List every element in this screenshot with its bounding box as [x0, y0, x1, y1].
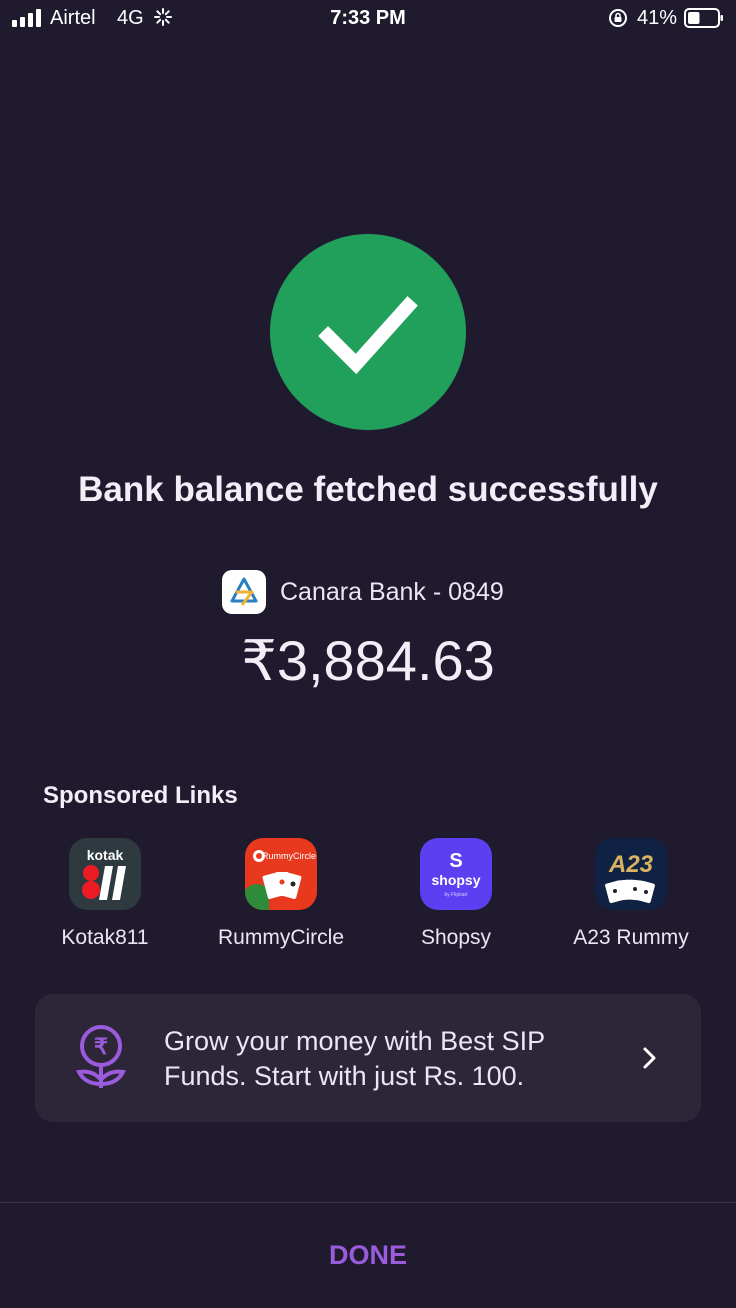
- chevron-right-icon: [643, 1047, 656, 1069]
- done-button[interactable]: DONE: [268, 1230, 468, 1280]
- a23-wordmark: A23: [608, 851, 654, 878]
- sip-promo-card[interactable]: ₹ Grow your money with Best SIP Funds. S…: [35, 994, 701, 1122]
- checkmark-icon: [318, 296, 418, 375]
- sponsored-app-kotak811[interactable]: kotak Kotak811: [15, 838, 195, 950]
- app-label-kotak811: Kotak811: [61, 926, 149, 949]
- rupee-plant-icon: ₹: [75, 1025, 127, 1088]
- shopsy-byline: by Flipkart: [444, 892, 468, 898]
- a23-rummy-icon: A23: [595, 838, 667, 910]
- shopsy-letter: S: [449, 850, 462, 872]
- canara-bank-logo: [222, 570, 266, 614]
- sponsored-app-rummycircle[interactable]: RummyCircle RummyCircle: [191, 838, 371, 950]
- status-bar: Airtel 4G 7:33 PM 41%: [0, 0, 736, 38]
- bank-name: Canara Bank - 0849: [280, 578, 504, 606]
- sip-promo-text: Grow your money with Best SIP Funds. Sta…: [164, 1026, 545, 1091]
- battery-icon: [684, 8, 723, 28]
- success-headline: Bank balance fetched successfully: [78, 470, 658, 509]
- shopsy-icon: S shopsy by Flipkart: [420, 838, 492, 910]
- rummycircle-wordmark: RummyCircle: [262, 851, 316, 861]
- rummycircle-icon: RummyCircle: [245, 838, 317, 910]
- shopsy-wordmark: shopsy: [431, 872, 480, 888]
- app-label-shopsy: Shopsy: [420, 926, 492, 949]
- kotak-wordmark: kotak: [87, 847, 124, 863]
- footer-divider: [0, 1202, 736, 1203]
- kotak811-icon: kotak: [69, 838, 141, 910]
- sponsored-app-shopsy[interactable]: S shopsy by Flipkart Shopsy: [366, 838, 546, 950]
- success-badge: [270, 234, 466, 430]
- balance-amount: ₹3,884.63: [241, 629, 495, 692]
- sponsored-app-a23-rummy[interactable]: A23 A23 Rummy: [541, 838, 721, 950]
- battery-percentage: 41%: [637, 7, 678, 29]
- svg-text:₹: ₹: [94, 1034, 108, 1059]
- app-label-a23-rummy: A23 Rummy: [573, 926, 689, 949]
- app-label-rummycircle: RummyCircle: [218, 926, 344, 949]
- rotation-lock-icon: [609, 9, 627, 27]
- sponsored-title: Sponsored Links: [43, 782, 238, 809]
